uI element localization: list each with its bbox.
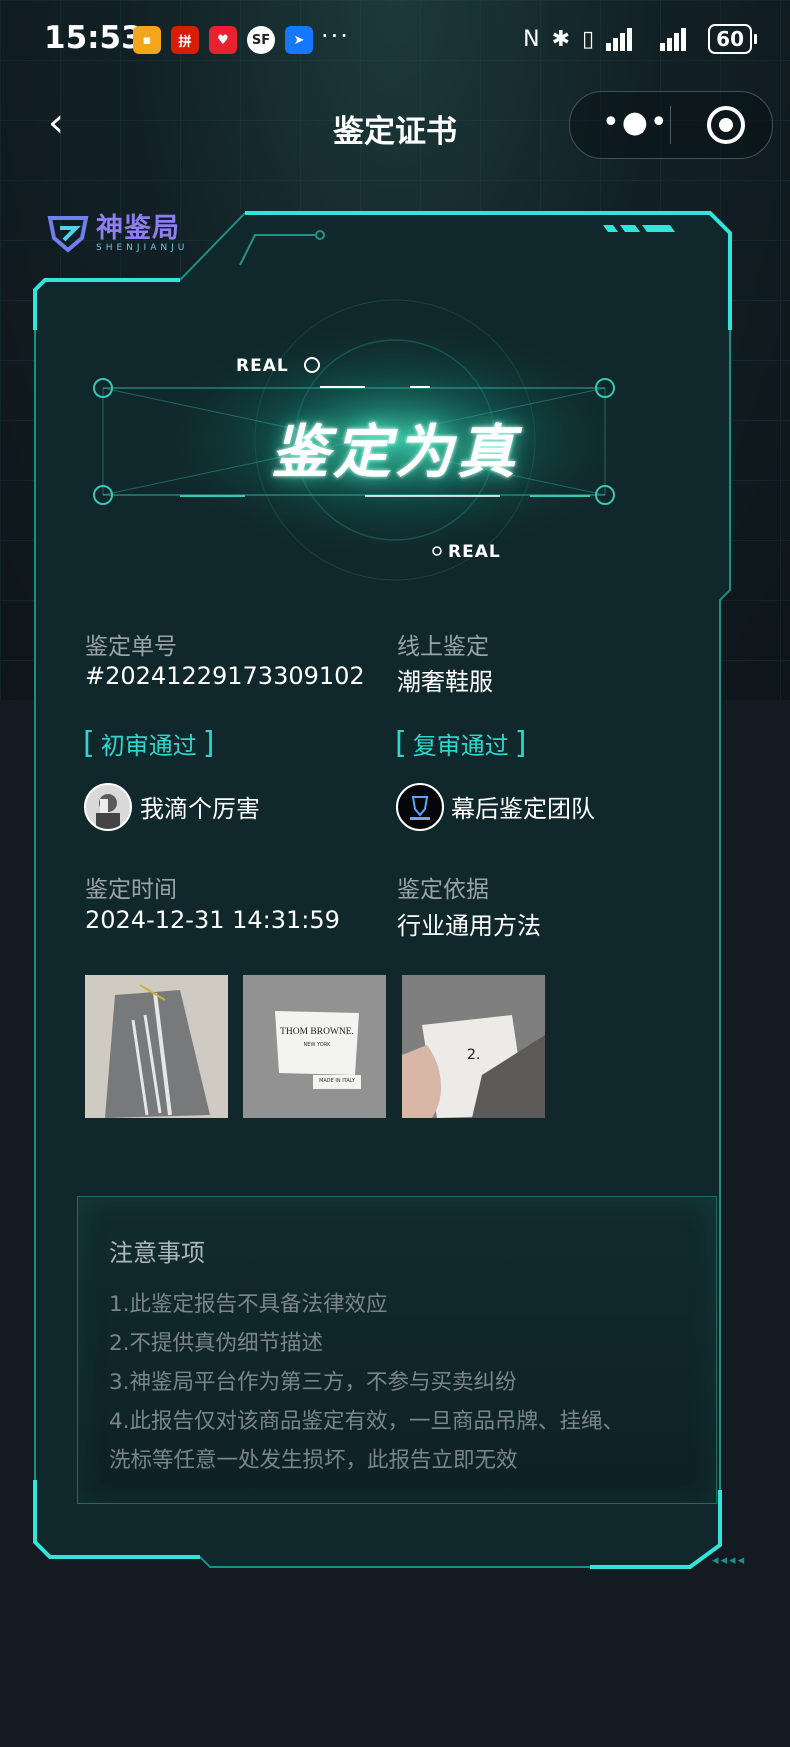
brand-pinyin: SHENJIANJU bbox=[96, 243, 189, 253]
capsule-divider bbox=[670, 106, 671, 144]
first-reviewer-name: 我滴个厉害 bbox=[140, 795, 260, 823]
appraisal-type-label: 线上鉴定 bbox=[397, 634, 489, 660]
notice-item: 1.此鉴定报告不具备法律效应 bbox=[109, 1292, 388, 1317]
brand-name: 神鉴局 bbox=[96, 213, 180, 244]
more-notifications-icon: ··· bbox=[321, 22, 350, 50]
label-made: MADE IN ITALY bbox=[319, 1078, 355, 1084]
brand-logo: 神鉴局 SHENJIANJU bbox=[46, 214, 188, 254]
signal-icon-2 bbox=[660, 28, 687, 51]
appraisal-type-value: 潮奢鞋服 bbox=[397, 668, 493, 696]
appraisal-basis-value: 行业通用方法 bbox=[397, 912, 541, 940]
status-bar: 15:53 ▪ 拼 ♥ SF ➤ ··· N ✱ ▯ 60 bbox=[0, 0, 790, 80]
second-reviewer-avatar bbox=[396, 783, 444, 831]
first-reviewer-avatar bbox=[84, 783, 132, 831]
second-reviewer-name: 幕后鉴定团队 bbox=[451, 795, 595, 823]
real-label-top: REAL bbox=[236, 356, 289, 376]
sf-express-icon: SF bbox=[247, 26, 275, 54]
notice-panel: 注意事项 1.此鉴定报告不具备法律效应 2.不提供真伪细节描述 3.神鉴局平台作… bbox=[77, 1196, 717, 1504]
item-photo-3[interactable]: 2. bbox=[402, 975, 545, 1118]
appraisal-basis-label: 鉴定依据 bbox=[397, 877, 489, 903]
mini-program-capsule: •●• bbox=[569, 91, 773, 159]
pinduoduo-icon: 拼 bbox=[171, 26, 199, 54]
notice-title: 注意事项 bbox=[109, 1239, 205, 1267]
close-miniprogram-button[interactable] bbox=[707, 106, 745, 144]
label-brand: THOM BROWNE. bbox=[280, 1027, 354, 1037]
clock: 15:53 bbox=[44, 20, 143, 56]
svg-text:2.: 2. bbox=[467, 1047, 480, 1063]
second-review-tag: [复审通过] bbox=[395, 726, 527, 761]
appraisal-time-value: 2024-12-31 14:31:59 bbox=[85, 906, 340, 934]
weather-icon: ▪ bbox=[133, 26, 161, 54]
notice-item: 4.此报告仅对该商品鉴定有效，一旦商品吊牌、挂绳、 bbox=[109, 1409, 625, 1434]
notice-list: 1.此鉴定报告不具备法律效应 2.不提供真伪细节描述 3.神鉴局平台作为第三方，… bbox=[109, 1285, 709, 1480]
item-photo-1[interactable] bbox=[85, 975, 228, 1118]
signal-icon bbox=[606, 28, 633, 51]
decorative-chevrons-icon: ◂◂◂◂ bbox=[712, 1553, 747, 1568]
verdict-title: 鉴定为真 bbox=[270, 418, 519, 486]
first-review-tag: [初审通过] bbox=[83, 726, 215, 761]
navigation-icon: ➤ bbox=[285, 26, 313, 54]
notification-icons: ▪ 拼 ♥ SF ➤ bbox=[133, 26, 313, 54]
order-number-label: 鉴定单号 bbox=[85, 634, 177, 660]
more-menu-button[interactable]: •●• bbox=[602, 106, 670, 140]
appraisal-time-label: 鉴定时间 bbox=[85, 877, 177, 903]
label-city: NEW YORK bbox=[303, 1042, 331, 1048]
order-number-value: #20241229173309102 bbox=[85, 662, 365, 690]
vibrate-icon: ▯ bbox=[582, 26, 595, 52]
notice-item: 2.不提供真伪细节描述 bbox=[109, 1331, 324, 1356]
nfc-icon: N bbox=[523, 26, 540, 52]
system-indicators: N ✱ ▯ 60 bbox=[523, 24, 757, 54]
real-label-bottom: REAL bbox=[448, 542, 501, 562]
taobao-icon: ♥ bbox=[209, 26, 237, 54]
bluetooth-icon: ✱ bbox=[551, 26, 571, 52]
item-photo-2[interactable]: THOM BROWNE. NEW YORK MADE IN ITALY bbox=[243, 975, 386, 1118]
shield-logo-icon bbox=[47, 216, 89, 253]
battery-indicator: 60 bbox=[708, 24, 757, 54]
notice-item: 3.神鉴局平台作为第三方，不参与买卖纠纷 bbox=[109, 1370, 517, 1395]
notice-item: 洗标等任意一处发生损坏，此报告立即无效 bbox=[109, 1448, 518, 1473]
